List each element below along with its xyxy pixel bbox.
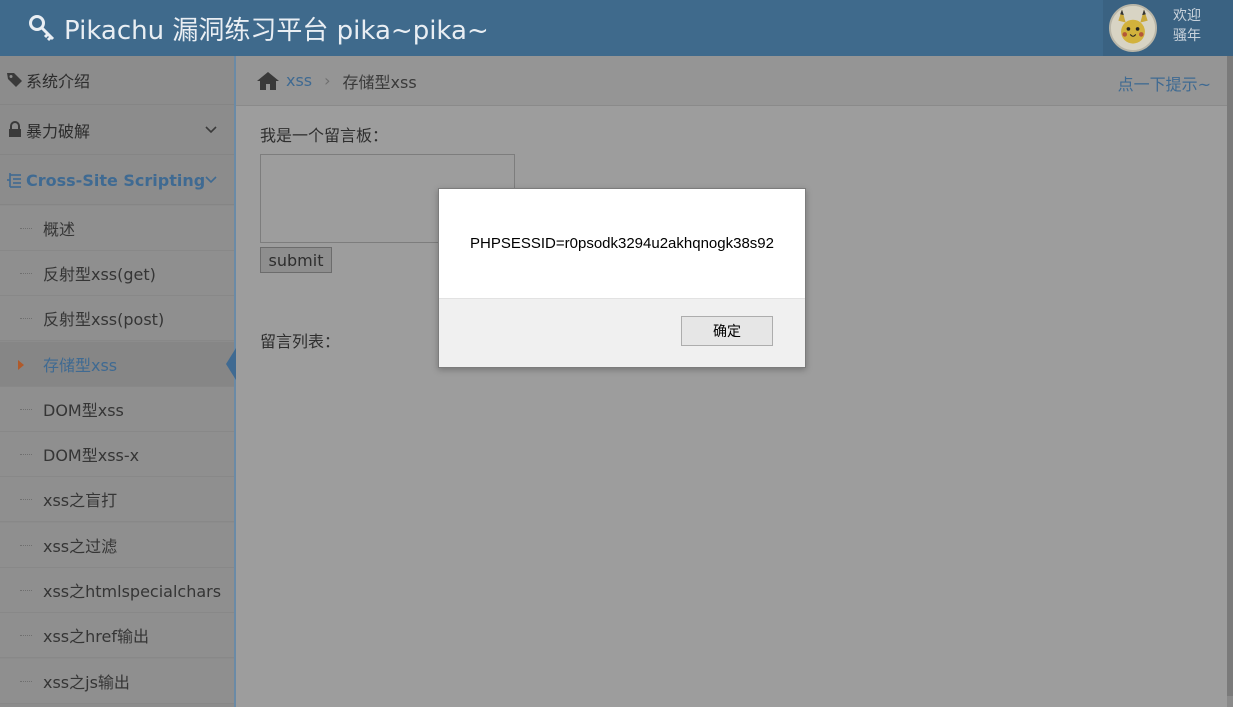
brand[interactable]: Pikachu 漏洞练习平台 pika~pika~ (28, 10, 489, 46)
subitem-label: 反射型xss(post) (43, 310, 165, 329)
app-title: Pikachu 漏洞练习平台 pika~pika~ (64, 15, 489, 46)
key-icon (29, 15, 55, 42)
breadcrumb-separator: › (324, 71, 331, 90)
ok-button[interactable]: 确定 (681, 316, 773, 346)
sidebar-item-bruteforce[interactable]: 暴力破解 (0, 106, 234, 155)
top-header: Pikachu 漏洞练习平台 pika~pika~ 欢迎 骚年 (0, 0, 1233, 56)
welcome-line-1: 欢迎 (1173, 8, 1201, 24)
sidebar-subitem-js[interactable]: xss之js输出 (0, 659, 234, 704)
caret-right-icon (18, 360, 24, 370)
hint-link[interactable]: 点一下提示~ (1118, 71, 1211, 95)
chevron-down-icon (205, 126, 217, 134)
pikachu-avatar-icon (1111, 6, 1155, 50)
lock-icon (9, 121, 21, 137)
sidebar-subitem-reflected-post[interactable]: 反射型xss(post) (0, 296, 234, 341)
sidebar-subitem-dom[interactable]: DOM型xss (0, 387, 234, 432)
subitem-label: xss之htmlspecialchars (43, 582, 222, 601)
chevron-down-icon (205, 176, 217, 184)
alert-dialog: PHPSESSID=r0psodk3294u2akhqnogk38s92 确定 (438, 188, 806, 368)
sidebar-subitem-stored[interactable]: 存储型xss (0, 342, 236, 387)
welcome-line-2: 骚年 (1173, 28, 1201, 44)
sidebar-subitem-blind[interactable]: xss之盲打 (0, 477, 234, 522)
sidebar-item-label: 系统介绍 (26, 72, 91, 91)
breadcrumb-link-xss[interactable]: xss (286, 71, 312, 90)
tree-connector (20, 409, 32, 410)
tree-connector (20, 499, 32, 500)
message-list-label: 留言列表： (260, 332, 341, 351)
tag-icon (7, 73, 22, 87)
scrollbar-thumb[interactable] (1227, 56, 1233, 696)
alert-footer: 确定 (439, 298, 805, 367)
sidebar-item-xss[interactable]: Cross-Site Scripting (0, 156, 234, 205)
sidebar: 系统介绍 暴力破解 Cross-Site Scripting 概述 反射型xss… (0, 56, 236, 707)
tree-connector (20, 681, 32, 682)
tree-connector (20, 318, 32, 319)
sidebar-item-label: 暴力破解 (26, 122, 91, 141)
subitem-label: xss之js输出 (43, 673, 130, 692)
sidebar-subitem-href[interactable]: xss之href输出 (0, 613, 234, 658)
tree-connector (20, 273, 32, 274)
home-icon[interactable] (256, 71, 280, 91)
subitem-label: 存储型xss (43, 356, 118, 375)
user-menu[interactable]: 欢迎 骚年 (1103, 0, 1233, 56)
tree-connector (20, 454, 32, 455)
active-indicator (226, 348, 236, 380)
subitem-label: DOM型xss (43, 401, 124, 420)
breadcrumb-current: 存储型xss (342, 72, 417, 92)
sidebar-item-intro[interactable]: 系统介绍 (0, 56, 234, 105)
sidebar-subitem-dom-x[interactable]: DOM型xss-x (0, 432, 234, 477)
page-scrollbar[interactable] (1227, 56, 1233, 707)
breadcrumb: xss › 存储型xss 点一下提示~ (236, 56, 1227, 106)
subitem-label: xss之盲打 (43, 491, 118, 510)
tree-connector (20, 228, 32, 229)
tree-connector (20, 635, 32, 636)
sidebar-subitem-overview[interactable]: 概述 (0, 206, 234, 251)
sidebar-subitem-reflected-get[interactable]: 反射型xss(get) (0, 251, 234, 296)
tree-connector (20, 590, 32, 591)
alert-message: PHPSESSID=r0psodk3294u2akhqnogk38s92 (470, 235, 774, 252)
avatar[interactable] (1109, 4, 1157, 52)
tree-connector (20, 545, 32, 546)
subitem-label: 概述 (43, 220, 76, 239)
subitem-label: xss之href输出 (43, 627, 149, 646)
subitem-label: DOM型xss-x (43, 446, 140, 465)
submit-button[interactable]: submit (260, 247, 332, 273)
welcome-text: 欢迎 骚年 (1167, 6, 1207, 46)
main-content: xss › 存储型xss 点一下提示~ 我是一个留言板： submit 留言列表… (236, 56, 1227, 707)
subitem-label: 反射型xss(get) (43, 265, 156, 284)
message-board-label: 我是一个留言板： (260, 126, 389, 145)
tree-icon (7, 173, 21, 188)
sidebar-subitem-filter[interactable]: xss之过滤 (0, 523, 234, 568)
sidebar-subitem-htmlspecialchars[interactable]: xss之htmlspecialchars (0, 568, 234, 613)
sidebar-item-label: Cross-Site Scripting (26, 170, 206, 190)
subitem-label: xss之过滤 (43, 537, 118, 556)
